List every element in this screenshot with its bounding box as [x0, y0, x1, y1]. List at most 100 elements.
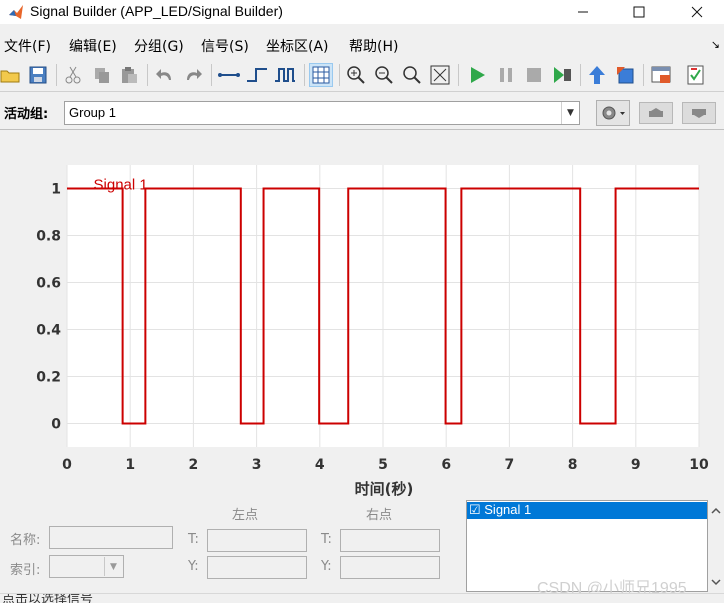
- chevron-down-icon: ▼: [104, 557, 122, 576]
- requirements-icon: [687, 65, 704, 85]
- requirements-button[interactable]: [684, 63, 708, 87]
- x-tick-label: 2: [189, 457, 199, 473]
- menu-edit[interactable]: 编辑(E): [69, 36, 117, 56]
- up-arrow-icon: [589, 66, 605, 84]
- stop-icon: [527, 68, 541, 82]
- move-down-button[interactable]: [682, 102, 716, 124]
- run-button[interactable]: [465, 63, 489, 87]
- redo-icon: [187, 69, 202, 80]
- cut-button[interactable]: [61, 63, 85, 87]
- left-y-field[interactable]: [207, 556, 307, 579]
- settings-button[interactable]: [596, 100, 630, 126]
- copy-button[interactable]: [90, 63, 114, 87]
- signal-list-item[interactable]: ☑ Signal 1: [467, 502, 707, 519]
- matlab-logo-icon: [9, 5, 23, 19]
- toolbar-separator: [304, 64, 305, 86]
- y-tick-label: 0.4: [36, 323, 61, 339]
- point-editor-panel: 名称: 索引: ▼ 左点 T: Y: 右点 T: Y: ☑ Signal 1 C…: [0, 500, 724, 603]
- menu-signal[interactable]: 信号(S): [201, 36, 249, 56]
- open-button[interactable]: [0, 63, 22, 87]
- x-tick-label: 5: [378, 457, 388, 473]
- minimize-button[interactable]: [560, 0, 606, 24]
- step-signal-button[interactable]: [245, 63, 269, 87]
- menu-axes[interactable]: 坐标区(A): [266, 36, 329, 56]
- right-t-field[interactable]: [340, 529, 440, 552]
- zoom-x-icon: [375, 66, 393, 84]
- x-tick-label: 4: [315, 457, 325, 473]
- right-y-field[interactable]: [340, 556, 440, 579]
- right-point-header: 右点: [366, 508, 393, 523]
- paste-button[interactable]: [117, 63, 141, 87]
- chevron-down-icon[interactable]: ▼: [561, 102, 579, 124]
- undo-icon: [156, 69, 171, 80]
- y-tick-label: 0.2: [36, 370, 61, 386]
- zoom-in-button[interactable]: [344, 63, 368, 87]
- dock-arrow-icon[interactable]: ↘: [711, 38, 720, 51]
- grid-toggle-button[interactable]: [309, 63, 333, 87]
- copy-icon: [95, 68, 109, 83]
- toolbar-separator: [643, 64, 644, 86]
- active-group-dropdown[interactable]: Group 1 ▼: [64, 101, 580, 125]
- y-tick-label: 0.8: [36, 229, 61, 245]
- x-tick-label: 9: [631, 457, 641, 473]
- show-block-button[interactable]: [613, 63, 637, 87]
- stop-button[interactable]: [522, 63, 546, 87]
- scroll-up-icon: [711, 507, 721, 514]
- save-icon: [29, 66, 47, 84]
- toolbar: [0, 58, 724, 92]
- left-t-label: T:: [188, 532, 199, 547]
- maximize-icon: [633, 6, 645, 18]
- x-tick-label: 7: [505, 457, 515, 473]
- menu-group[interactable]: 分组(G): [134, 36, 184, 56]
- gear-icon: [602, 106, 625, 120]
- grid-icon: [312, 66, 330, 84]
- signal-chart[interactable]: 0 0.2 0.4 0.6 0.8 1 0 1 2 3 4 5 6 7 8 9 10 时间(秒) Signal…: [0, 131, 724, 501]
- move-down-icon: [692, 109, 706, 118]
- constant-signal-icon: [218, 73, 240, 77]
- x-tick-label: 8: [568, 457, 578, 473]
- redo-button[interactable]: [181, 63, 205, 87]
- x-tick-label: 0: [62, 457, 72, 473]
- verification-button[interactable]: [649, 63, 673, 87]
- fit-view-button[interactable]: [428, 63, 452, 87]
- left-t-field[interactable]: [207, 529, 307, 552]
- show-block-icon: [617, 67, 634, 84]
- name-label: 名称:: [10, 533, 41, 548]
- pulse-signal-icon: [275, 68, 295, 82]
- scissors-icon: [65, 66, 81, 84]
- menu-file[interactable]: 文件(F): [4, 36, 51, 56]
- status-text: 点击以选择信号: [2, 593, 94, 603]
- window-title: Signal Builder (APP_LED/Signal Builder): [30, 3, 283, 19]
- fit-view-icon: [430, 65, 450, 85]
- pulse-signal-button[interactable]: [273, 63, 297, 87]
- zoom-in-icon: [347, 66, 365, 84]
- move-up-button[interactable]: [639, 102, 673, 124]
- status-bar: 点击以选择信号: [0, 593, 724, 603]
- go-to-model-button[interactable]: [585, 63, 609, 87]
- zoom-x-button[interactable]: [372, 63, 396, 87]
- signal-chart-area: 0 0.2 0.4 0.6 0.8 1 0 1 2 3 4 5 6 7 8 9 10 时间(秒) Signal…: [0, 131, 724, 501]
- window-icon: [651, 66, 671, 83]
- save-button[interactable]: [26, 63, 50, 87]
- signal-list-scrollbar[interactable]: [708, 500, 724, 592]
- menu-bar: 文件(F) 编辑(E) 分组(G) 信号(S) 坐标区(A) 帮助(H) ↘: [0, 34, 724, 56]
- toolbar-separator: [56, 64, 57, 86]
- active-group-label: 活动组:: [4, 107, 49, 122]
- x-tick-label: 10: [689, 457, 709, 473]
- maximize-button[interactable]: [616, 0, 662, 24]
- title-bar: Signal Builder (APP_LED/Signal Builder): [0, 0, 724, 24]
- undo-button[interactable]: [153, 63, 177, 87]
- zoom-y-button[interactable]: [400, 63, 424, 87]
- menu-help[interactable]: 帮助(H): [349, 36, 398, 56]
- move-up-icon: [649, 108, 663, 117]
- zoom-y-icon: [403, 66, 421, 84]
- run-all-button[interactable]: [550, 63, 574, 87]
- minimize-icon: [578, 11, 588, 13]
- pause-button[interactable]: [494, 63, 518, 87]
- scroll-down-icon: [711, 579, 721, 586]
- close-button[interactable]: [674, 0, 720, 24]
- name-field[interactable]: [49, 526, 173, 549]
- index-dropdown[interactable]: ▼: [49, 555, 124, 578]
- x-tick-label: 3: [252, 457, 262, 473]
- constant-signal-button[interactable]: [217, 63, 241, 87]
